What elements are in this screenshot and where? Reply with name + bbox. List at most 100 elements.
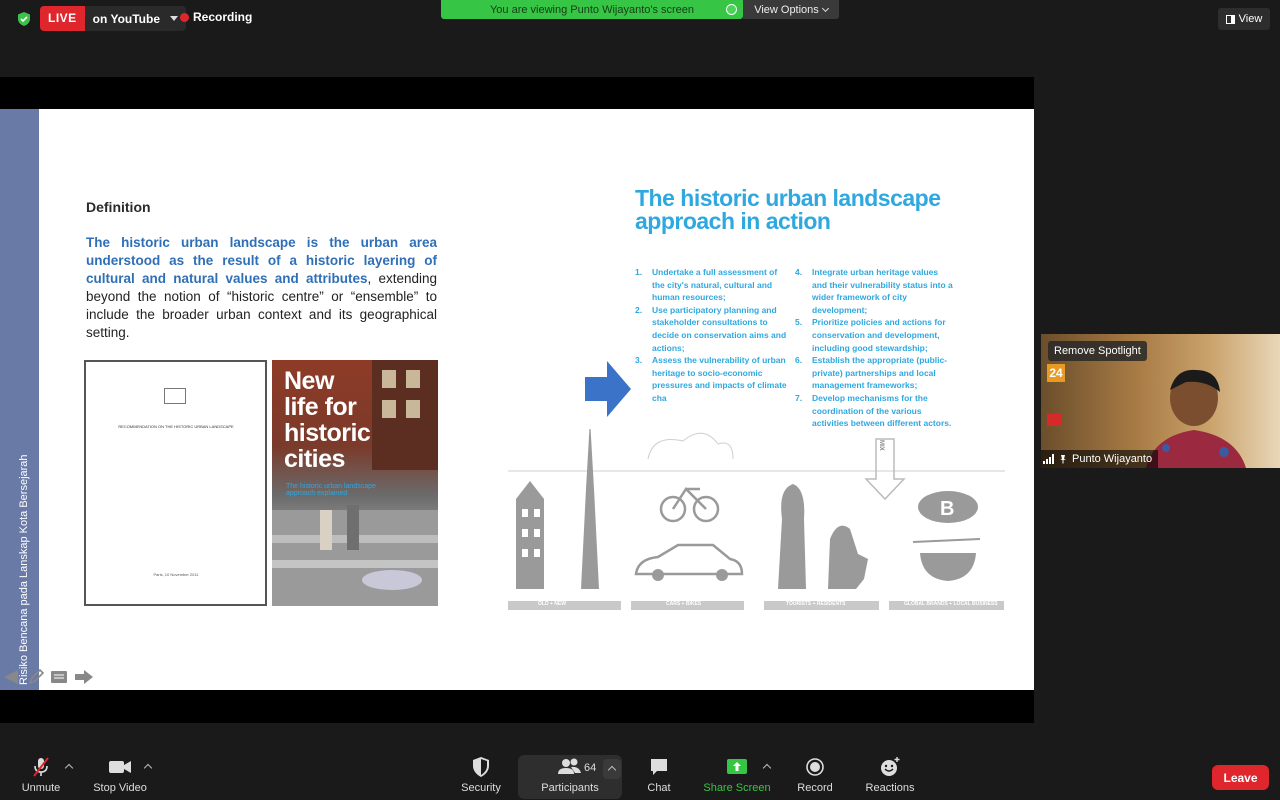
recommendation-document-image: RECOMMENDATION ON THE HISTORIC URBAN LAN…: [84, 360, 267, 606]
poster-logo-icon: [1047, 414, 1061, 426]
hul-illustration: B: [508, 429, 1005, 610]
share-screen-button[interactable]: Share Screen: [702, 752, 772, 800]
unmute-button[interactable]: Unmute: [18, 752, 64, 800]
next-slide-icon[interactable]: [74, 669, 94, 685]
recording-indicator[interactable]: Recording: [180, 10, 252, 24]
shared-screen[interactable]: Risiko Bencana pada Lanskap Kota Berseja…: [0, 77, 1034, 723]
slide-side-strip: Risiko Bencana pada Lanskap Kota Berseja…: [0, 109, 39, 690]
step-text: Integrate urban heritage values and thei…: [812, 267, 953, 315]
view-options-button[interactable]: View Options: [743, 0, 839, 19]
remove-spotlight-button[interactable]: Remove Spotlight: [1048, 341, 1147, 361]
viewing-banner-text: You are viewing Punto Wijayanto's screen: [489, 3, 695, 16]
step-number: 6.: [795, 355, 803, 366]
poster-day: 24: [1047, 364, 1065, 382]
record-icon: [806, 758, 824, 776]
book-subtitle: The historic urban landscape approach ex…: [286, 483, 376, 497]
stop-video-button[interactable]: Stop Video: [90, 752, 150, 800]
record-button[interactable]: Record: [795, 752, 835, 800]
svg-text:B: B: [940, 498, 954, 520]
list-item: 2. Use participatory planning and stakeho…: [635, 304, 787, 354]
spotlight-pin-icon: [1060, 455, 1066, 464]
reactions-label: Reactions: [865, 782, 915, 794]
step-number: 1.: [635, 267, 643, 277]
chat-button[interactable]: Chat: [644, 752, 674, 800]
live-target: on YouTube: [92, 11, 160, 26]
unesco-logo-icon: [164, 388, 186, 404]
security-button[interactable]: Security: [458, 752, 504, 800]
definition-body: The historic urban landscape is the urba…: [86, 234, 437, 342]
participants-label: Participants: [541, 782, 599, 794]
security-shield-icon: [473, 757, 489, 777]
arrow-right-icon: [585, 361, 631, 417]
chat-icon: [651, 759, 667, 775]
steps-list-right: 4. Integrate urban heritage values and th…: [795, 266, 953, 430]
step-text: Develop mechanisms for the coordination …: [812, 392, 952, 429]
book-title: New life for historic cities: [284, 367, 371, 473]
chat-label: Chat: [647, 782, 671, 794]
step-number: 2.: [635, 304, 643, 315]
book-cover-image: New life for historic cities The histori…: [272, 360, 438, 606]
connection-bars-icon: [1043, 454, 1054, 464]
book-title-line: New: [284, 367, 334, 395]
step-number: 4.: [795, 267, 803, 277]
live-badge: LIVE: [40, 6, 85, 31]
pen-icon[interactable]: [28, 669, 44, 685]
record-label: Record: [797, 782, 833, 794]
mix-label: MIX: [878, 440, 884, 451]
list-item: 7. Develop mechanisms for the coordinatio…: [795, 392, 953, 430]
view-layout-icon: [1225, 14, 1235, 24]
unmute-label: Unmute: [21, 782, 61, 794]
share-screen-label: Share Screen: [703, 782, 771, 794]
side-strip-text: Risiko Bencana pada Lanskap Kota Berseja…: [18, 454, 30, 685]
meeting-toolbar: Unmute Stop Video Security Participants …: [0, 752, 1280, 800]
share-screen-icon: [727, 759, 747, 774]
list-item: 3. Assess the vulnerability of urban heri…: [635, 354, 787, 404]
document-title: RECOMMENDATION ON THE HISTORIC URBAN LAN…: [118, 424, 234, 429]
illustration-label: OLD + NEW: [538, 601, 566, 607]
reactions-smiley-icon: [881, 757, 900, 776]
audio-options-caret-icon[interactable]: [64, 763, 74, 773]
participants-icon: [558, 758, 581, 774]
slides-menu-icon[interactable]: [50, 669, 68, 685]
illustration-label: GLOBAL BRANDS + LOCAL BUSINESS: [904, 601, 998, 607]
document-date: Paris, 10 November 2011: [153, 572, 199, 577]
participants-count: 64: [584, 762, 597, 774]
record-dot-icon: [180, 12, 189, 22]
list-item: 5. Prioritize policies and actions for co…: [795, 316, 953, 354]
steps-list-left: 1. Undertake a full assessment of the cit…: [635, 266, 787, 405]
chevron-down-icon: [821, 4, 829, 12]
microphone-muted-icon: [33, 757, 49, 777]
encryption-shield-icon[interactable]: [16, 11, 32, 27]
participants-options-button[interactable]: [603, 759, 621, 779]
zoom-meeting-window: LIVE on YouTube Recording You are viewin…: [0, 0, 1280, 800]
participant-name: Punto Wijayanto: [1072, 453, 1153, 465]
step-text: Undertake a full assessment of the city'…: [652, 267, 778, 303]
definition-title: Definition: [86, 199, 151, 215]
step-text: Use participatory planning and stakehold…: [652, 304, 787, 353]
caret-down-icon: [170, 16, 178, 21]
live-stream-menu[interactable]: LIVE on YouTube: [40, 6, 186, 31]
video-camera-icon: [109, 761, 131, 773]
step-text: Prioritize policies and actions for cons…: [812, 317, 946, 353]
participant-video-tile[interactable]: 24 Remove Spotlight Punto Wijayanto: [1041, 334, 1280, 468]
reactions-button[interactable]: Reactions: [862, 752, 918, 800]
chevron-up-icon: [607, 765, 617, 775]
view-options-label: View Options: [754, 3, 819, 16]
step-text: Assess the vulnerability of urban herita…: [652, 355, 787, 403]
view-button[interactable]: View: [1218, 8, 1270, 30]
participants-button[interactable]: Participants: [538, 752, 602, 800]
hul-title: The historic urban landscape approach in…: [635, 185, 941, 234]
illustration-label: TOURISTS + RESIDENTS: [786, 601, 846, 607]
illustration-labels: OLD + NEW CARS + BIKES TOURISTS + RESIDE…: [508, 440, 1005, 609]
previous-slide-icon[interactable]: [0, 666, 22, 688]
sharing-status-icon: [726, 4, 737, 15]
recording-label: Recording: [193, 10, 253, 24]
slide-navigation: [0, 666, 94, 688]
security-label: Security: [461, 782, 501, 794]
participant-name-tag: Punto Wijayanto: [1041, 450, 1159, 468]
view-label: View: [1238, 13, 1263, 25]
presentation-slide: Risiko Bencana pada Lanskap Kota Berseja…: [0, 109, 1034, 690]
leave-button[interactable]: Leave: [1212, 765, 1269, 790]
book-title-line: cities: [284, 445, 345, 473]
list-item: 1. Undertake a full assessment of the cit…: [635, 266, 787, 304]
